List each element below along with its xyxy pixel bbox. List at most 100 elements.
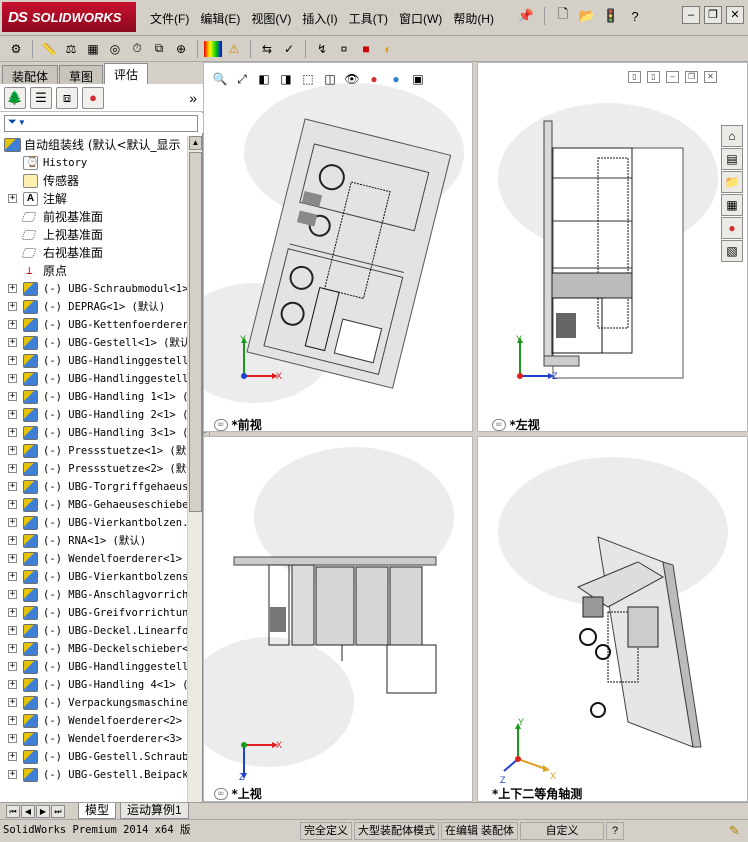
tree-item[interactable]: + (-) UBG-Gestell<1> (默认 [0, 334, 187, 352]
cost-icon[interactable]: ¤ [334, 39, 354, 59]
tab-evaluate[interactable]: 评估 [104, 63, 149, 84]
expand-icon[interactable]: + [8, 554, 17, 563]
expand-icon[interactable]: + [8, 626, 17, 635]
open-document-icon[interactable]: 📂 [577, 5, 597, 27]
tree-item[interactable]: + (-) UBG-Vierkantbolzen.I [0, 514, 187, 532]
tree-item[interactable]: + (-) UBG-Greifvorrichtung [0, 604, 187, 622]
tree-item[interactable]: + (-) UBG-Handlinggestell< [0, 658, 187, 676]
expand-icon[interactable]: + [8, 410, 17, 419]
design-library-icon[interactable]: ▤ [721, 148, 743, 170]
custom-properties-icon[interactable]: ▧ [721, 240, 743, 262]
menu-view[interactable]: 视图(V) [246, 8, 296, 29]
tab-assembly[interactable]: 装配体 [2, 65, 59, 84]
tree-item[interactable]: + (-) UBG-Handling 2<1> ( [0, 406, 187, 424]
expand-icon[interactable]: + [8, 500, 17, 509]
new-document-icon[interactable]: 🗋 [553, 5, 573, 27]
status-units[interactable]: 自定义 [520, 822, 605, 840]
tree-item[interactable]: + (-) Wendelfoerderer<2> ( [0, 712, 187, 730]
menu-insert[interactable]: 插入(I) [297, 8, 342, 29]
expand-icon[interactable]: + [8, 356, 17, 365]
tree-item[interactable]: + (-) UBG-Vierkantbolzensc [0, 568, 187, 586]
traffic-light-icon[interactable]: 🚦 [601, 5, 621, 27]
viewport-isometric[interactable]: Y X Z *上下二等角轴测 [477, 436, 748, 802]
design-check-icon[interactable]: ✓ [279, 39, 299, 59]
simulation-icon[interactable]: ↯ [312, 39, 332, 59]
tree-item[interactable]: 右视基准面 [0, 244, 187, 262]
tree-item[interactable]: + (-) UBG-Handling 4<1> ( [0, 676, 187, 694]
expand-icon[interactable]: + [8, 284, 17, 293]
tree-item[interactable]: + (-) UBG-Schraubmodul<1> [0, 280, 187, 298]
tab-sketch[interactable]: 草图 [59, 65, 104, 84]
expand-icon[interactable]: + [8, 464, 17, 473]
expand-icon[interactable]: + [8, 392, 17, 401]
restore-icon[interactable]: ❐ [704, 6, 722, 24]
tree-item[interactable]: 传感器 [0, 172, 187, 190]
expand-icon[interactable]: + [8, 482, 17, 491]
expand-icon[interactable]: + [8, 320, 17, 329]
tree-item[interactable]: + (-) DEPRAG<1> (默认) [0, 298, 187, 316]
feature-tree-icon[interactable]: 🌲 [4, 86, 26, 109]
pin-icon[interactable]: 📌 [516, 5, 536, 27]
link-icon[interactable]: ∞ [214, 787, 228, 800]
tree-item[interactable]: + (-) UBG-Torgriffgehaeuse [0, 478, 187, 496]
viewport-left[interactable]: ▯ ▯ – ❐ ✕ Y Z ∞ *左视 [477, 62, 748, 432]
prev-tab-icon[interactable]: ◀ [21, 804, 35, 818]
tree-item[interactable]: + (-) Pressstuetze<1> (默认 [0, 442, 187, 460]
solidworks-logo[interactable]: DS SOLIDWORKS [2, 2, 136, 32]
help-icon[interactable]: ? [625, 5, 645, 27]
menu-edit[interactable]: 编辑(E) [195, 8, 245, 29]
expand-icon[interactable]: + [8, 734, 17, 743]
expand-icon[interactable]: + [8, 662, 17, 671]
link-icon[interactable]: ∞ [492, 418, 506, 431]
menu-help[interactable]: 帮助(H) [448, 8, 499, 29]
filter-input[interactable]: ⏷▼ [4, 115, 198, 132]
expand-icon[interactable]: + [8, 590, 17, 599]
first-tab-icon[interactable]: ⏮ [6, 804, 20, 818]
tree-item[interactable]: ⊥ 原点 [0, 262, 187, 280]
expand-icon[interactable]: + [8, 608, 17, 617]
expand-icon[interactable]: + [8, 536, 17, 545]
appearances-icon[interactable]: ● [721, 217, 743, 239]
display-manager-icon[interactable]: ● [82, 86, 104, 109]
tree-item[interactable]: + (-) UBG-Deckel.Linearfoe [0, 622, 187, 640]
mass-properties-icon[interactable]: ⚖ [61, 39, 81, 59]
tag-icon[interactable]: ✎ [729, 823, 740, 839]
measure-icon[interactable]: 📏 [39, 39, 59, 59]
expand-icon[interactable]: + [8, 302, 17, 311]
viewport-top[interactable]: X Z ∞ *上视 [203, 436, 473, 802]
tree-item[interactable]: + A 注解 [0, 190, 187, 208]
check-icon[interactable]: ⊕ [171, 39, 191, 59]
close-icon[interactable]: ✕ [726, 6, 744, 24]
tree-item[interactable]: + (-) UBG-Handling 1<1> ( [0, 388, 187, 406]
tree-item[interactable]: + (-) Verpackungsmaschine. [0, 694, 187, 712]
expand-icon[interactable]: + [8, 698, 17, 707]
expand-icon[interactable]: + [8, 428, 17, 437]
sustainability-icon[interactable]: ■ [356, 39, 376, 59]
file-explorer-icon[interactable]: 📁 [721, 171, 743, 193]
link-icon[interactable]: ∞ [214, 418, 228, 431]
sensor-icon[interactable]: ◎ [105, 39, 125, 59]
menu-file[interactable]: 文件(F) [145, 8, 194, 29]
tree-item[interactable]: + (-) UBG-Handlinggestell< [0, 352, 187, 370]
tree-item[interactable]: + (-) Pressstuetze<2> (默认 [0, 460, 187, 478]
section-properties-icon[interactable]: ▦ [83, 39, 103, 59]
warning-icon[interactable]: ⚠ [224, 39, 244, 59]
view-palette-icon[interactable]: ▦ [721, 194, 743, 216]
menu-window[interactable]: 窗口(W) [394, 8, 447, 29]
expand-icon[interactable]: + [8, 752, 17, 761]
compare-icon[interactable]: ⇆ [257, 39, 277, 59]
expand-icon[interactable]: + [8, 518, 17, 527]
tree-item[interactable]: + (-) UBG-Handling 3<1> ( [0, 424, 187, 442]
render-icon[interactable]: ◐ [378, 39, 398, 59]
tree-item[interactable]: + (-) UBG-Kettenfoerderer< [0, 316, 187, 334]
expand-icon[interactable]: + [8, 374, 17, 383]
expand-icon[interactable]: + [8, 644, 17, 653]
tree-item[interactable]: 上视基准面 [0, 226, 187, 244]
status-help-icon[interactable]: ? [606, 822, 625, 840]
tree-item[interactable]: + (-) MBG-Gehaeuseschieber [0, 496, 187, 514]
expand-icon[interactable]: + [8, 572, 17, 581]
tree-root-assembly[interactable]: 自动组装线 (默认<默认_显示 [0, 136, 187, 154]
tree-item[interactable]: + (-) Wendelfoerderer<1> ( [0, 550, 187, 568]
graphics-area[interactable]: ◂▸ 🔍 ⤢ ◧ ◨ ⬚ ◫ 👁 ● ● ▣ [203, 62, 748, 802]
expand-more-icon[interactable]: » [189, 90, 197, 106]
